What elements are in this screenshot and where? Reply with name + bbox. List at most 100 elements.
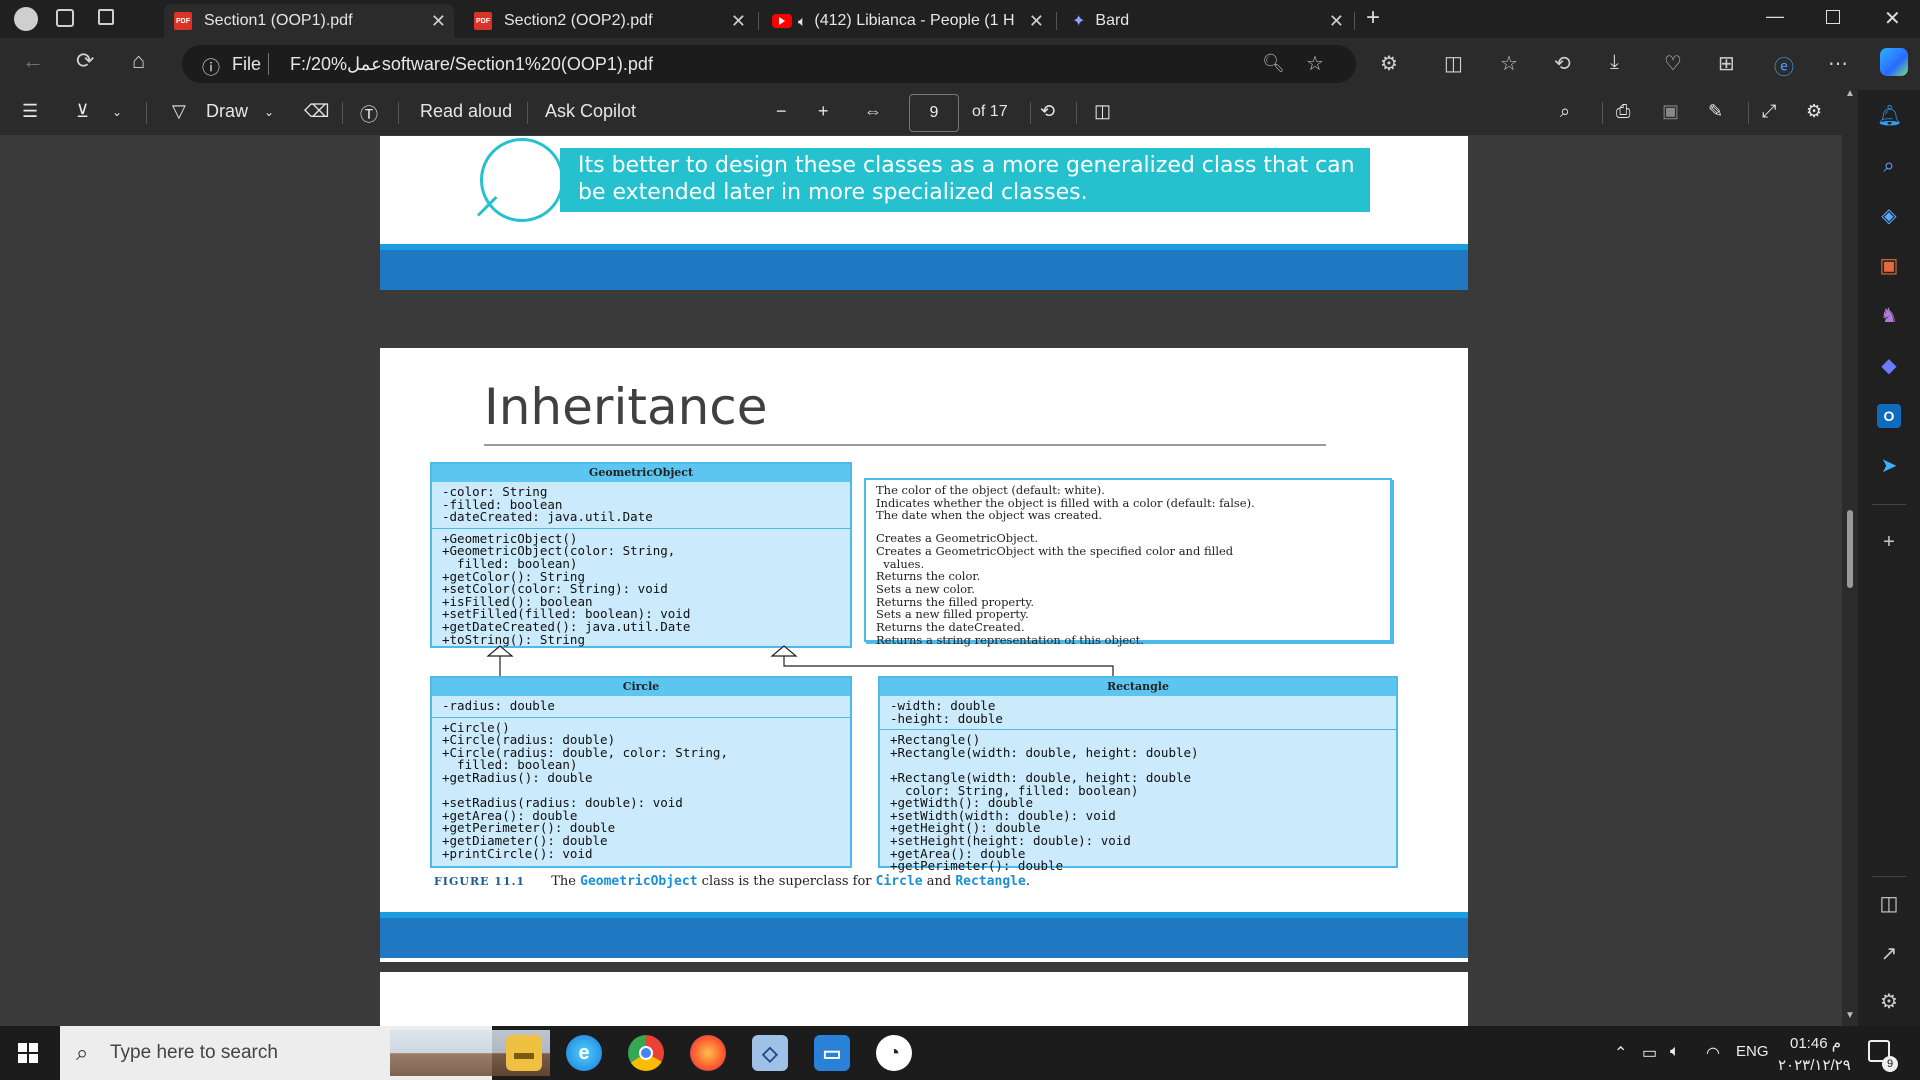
- hide-sidebar-icon[interactable]: ◫: [1877, 892, 1901, 916]
- taskbar-search[interactable]: ⌕ Type here to search: [60, 1026, 550, 1080]
- scrollbar-thumb[interactable]: [1847, 510, 1853, 588]
- history-icon[interactable]: ⟲: [1554, 51, 1571, 76]
- draw-icon[interactable]: ▽: [172, 101, 186, 122]
- battery-icon[interactable]: ▭: [1642, 1043, 1657, 1063]
- search-icon[interactable]: ⌕: [1560, 101, 1570, 122]
- close-tab-icon[interactable]: ✕: [731, 11, 746, 32]
- highlight-icon[interactable]: ⊻: [76, 101, 89, 122]
- text-box-icon[interactable]: Ⓣ: [360, 101, 378, 127]
- open-external-icon[interactable]: ↗: [1877, 942, 1901, 966]
- file-explorer-icon[interactable]: ▬: [506, 1035, 542, 1071]
- favorite-star-icon[interactable]: ☆: [1306, 51, 1324, 76]
- address-bar[interactable]: ⓘ File F:/20%عملsoftware/Section1%20(OOP…: [182, 45, 1356, 83]
- home-icon[interactable]: ⌂: [132, 48, 145, 74]
- uml-class-name: Circle: [432, 678, 850, 696]
- close-tab-icon[interactable]: ✕: [431, 11, 446, 32]
- wifi-icon[interactable]: ◠: [1706, 1043, 1720, 1063]
- ask-copilot-button[interactable]: Ask Copilot: [545, 101, 636, 122]
- windows-taskbar: ⌕ Type here to search ▬ e ◇ ▭ ◔ ⌃ ▭ 🔈︎ ◠…: [0, 1026, 1920, 1080]
- draw-button[interactable]: Draw: [206, 101, 248, 122]
- chrome-icon[interactable]: [628, 1035, 664, 1071]
- shopping-tag-icon[interactable]: ◈: [1877, 204, 1901, 228]
- close-tab-icon[interactable]: ✕: [1029, 11, 1044, 32]
- tab-bard[interactable]: ✦ Bard ✕: [1062, 4, 1352, 38]
- clock-time[interactable]: 01:46 م: [1790, 1034, 1841, 1052]
- scroll-down-icon[interactable]: ▼: [1845, 1010, 1855, 1021]
- minimize-icon[interactable]: —: [1766, 6, 1784, 27]
- restore-icon[interactable]: [1826, 10, 1840, 24]
- page-view-icon[interactable]: ◫: [1094, 101, 1111, 122]
- read-aloud-button[interactable]: Read aloud: [420, 101, 512, 122]
- zoom-out-icon[interactable]: −: [776, 101, 787, 122]
- split-screen-icon[interactable]: ◫: [1444, 51, 1463, 76]
- vertical-scrollbar[interactable]: ▲ ▼: [1842, 88, 1858, 1026]
- refresh-icon[interactable]: ⟳: [76, 48, 94, 74]
- contents-icon[interactable]: ☰: [22, 101, 38, 122]
- save-icon[interactable]: ▣: [1662, 101, 1679, 122]
- tab-youtube[interactable]: 🔈︎ (412) Libianca - People (1 H ✕: [762, 4, 1052, 38]
- close-tab-icon[interactable]: ✕: [1329, 11, 1344, 32]
- caption-code: Rectangle: [955, 874, 1026, 889]
- tab-actions-icon[interactable]: [98, 9, 114, 25]
- site-info-icon[interactable]: ⓘ: [202, 54, 220, 80]
- ie-mode-icon[interactable]: ⓔ: [1774, 51, 1794, 80]
- language-indicator[interactable]: ENG: [1736, 1043, 1769, 1060]
- notification-bell-icon[interactable]: 🔔︎: [1877, 104, 1902, 128]
- pdf-viewport[interactable]: Its better to design these classes as a …: [0, 136, 1858, 1026]
- rotate-icon[interactable]: ⟲: [1040, 101, 1055, 122]
- back-icon[interactable]: ←: [22, 48, 44, 74]
- edge-taskbar-icon[interactable]: e: [566, 1035, 602, 1071]
- tools-briefcase-icon[interactable]: ▣: [1877, 254, 1901, 278]
- show-hidden-icons[interactable]: ⌃: [1614, 1043, 1627, 1063]
- downloads-icon[interactable]: ⤓: [1610, 51, 1619, 74]
- tab-strip: PDF Section1 (OOP1).pdf ✕ PDF Section2 (…: [0, 0, 1920, 38]
- print-icon[interactable]: ⎙: [1616, 101, 1630, 122]
- photos-icon[interactable]: ▭: [814, 1035, 850, 1071]
- zoom-in-icon[interactable]: +: [818, 101, 829, 122]
- inheritance-line-rectangle: [783, 656, 1114, 676]
- page-footer-band: [380, 912, 1468, 958]
- copilot-icon[interactable]: [1880, 48, 1908, 76]
- copilot-sidebar-icon[interactable]: ◆: [1877, 354, 1901, 378]
- save-as-icon[interactable]: ✎: [1708, 101, 1723, 122]
- tab-section2[interactable]: PDF Section2 (OOP2).pdf ✕: [464, 4, 754, 38]
- uml-methods: +Rectangle() +Rectangle(width: double, h…: [880, 729, 1396, 877]
- add-sidebar-app-icon[interactable]: +: [1877, 530, 1901, 554]
- profile-avatar-icon[interactable]: [14, 7, 38, 31]
- new-tab-icon[interactable]: +: [1366, 4, 1380, 32]
- clock-date[interactable]: ٢٠٢٣/١٢/٢٩: [1778, 1056, 1851, 1074]
- pdf-settings-icon[interactable]: ⚙: [1806, 101, 1822, 122]
- zoom-icon[interactable]: 🔍︎: [1262, 53, 1285, 74]
- firefox-icon[interactable]: [690, 1035, 726, 1071]
- more-menu-icon[interactable]: ⋯: [1828, 51, 1848, 76]
- erase-icon[interactable]: ⌫: [304, 101, 329, 122]
- workspaces-icon[interactable]: [56, 9, 74, 27]
- caption-text: and: [926, 874, 952, 889]
- fit-page-icon[interactable]: ⇔: [864, 101, 882, 122]
- extensions-icon[interactable]: ⚙: [1380, 51, 1398, 76]
- games-icon[interactable]: ♞: [1877, 304, 1901, 328]
- volume-icon[interactable]: 🔈︎: [1670, 1043, 1680, 1061]
- highlight-dropdown-icon[interactable]: ⌄: [112, 105, 122, 119]
- caption-code: Circle: [875, 874, 923, 889]
- send-icon[interactable]: ➤: [1877, 454, 1901, 478]
- clock-app-icon[interactable]: ◔: [876, 1035, 912, 1071]
- close-window-icon[interactable]: ✕: [1884, 6, 1901, 31]
- page-number-input[interactable]: 9: [909, 94, 959, 132]
- scroll-up-icon[interactable]: ▲: [1845, 88, 1855, 99]
- sidebar-search-icon[interactable]: ⌕: [1877, 154, 1901, 178]
- performance-icon[interactable]: ♡: [1664, 51, 1682, 76]
- sidebar-settings-icon[interactable]: ⚙: [1877, 990, 1901, 1014]
- url-text[interactable]: F:/20%عملsoftware/Section1%20(OOP1).pdf: [290, 54, 653, 75]
- draw-dropdown-icon[interactable]: ⌄: [264, 105, 274, 119]
- favorites-icon[interactable]: ☆: [1500, 51, 1518, 76]
- uml-fields: -width: double -height: double: [890, 698, 1003, 726]
- outlook-icon[interactable]: O: [1877, 404, 1901, 428]
- tab-section1[interactable]: PDF Section1 (OOP1).pdf ✕: [164, 4, 454, 38]
- fullscreen-icon[interactable]: ⤢: [1762, 101, 1776, 122]
- inheritance-arrowhead-rectangle: [770, 645, 798, 657]
- windows-start-icon[interactable]: [18, 1043, 38, 1063]
- collections-icon[interactable]: ⊞: [1718, 51, 1735, 76]
- audio-playing-icon[interactable]: 🔈︎: [798, 13, 806, 30]
- virtualbox-icon[interactable]: ◇: [752, 1035, 788, 1071]
